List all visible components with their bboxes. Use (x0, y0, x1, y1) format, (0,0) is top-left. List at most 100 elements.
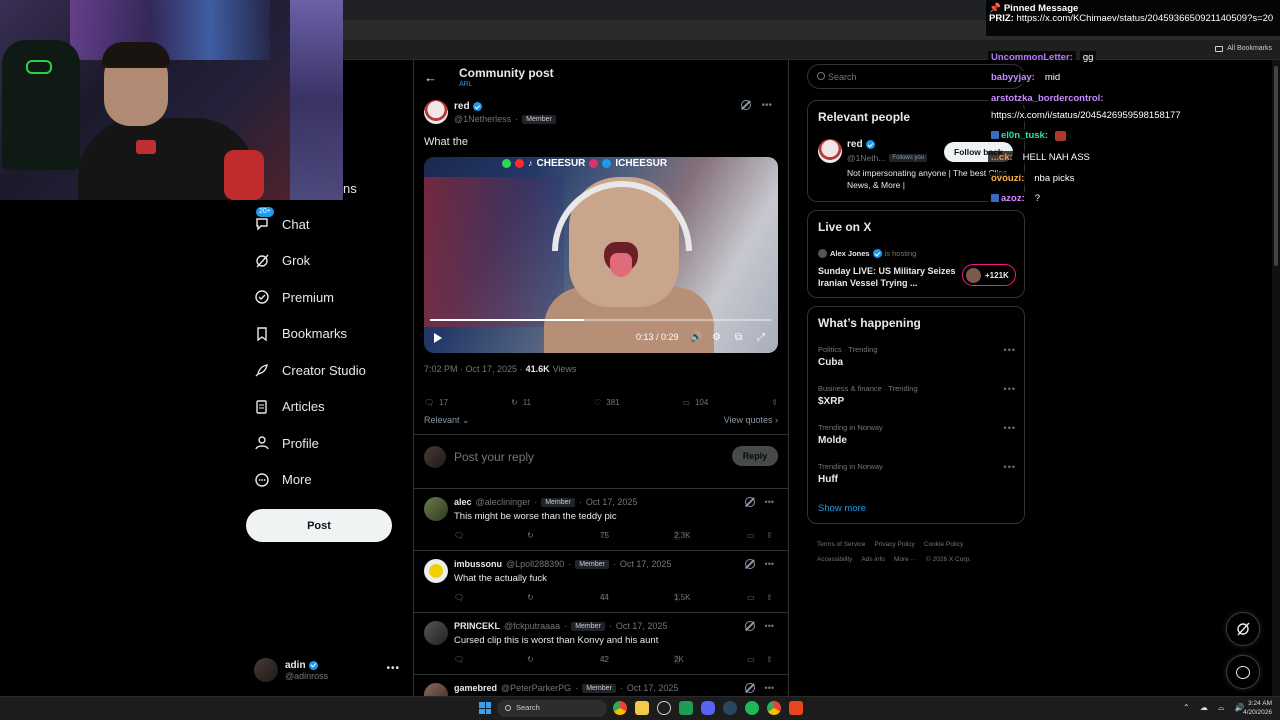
reply-input[interactable] (454, 447, 714, 467)
share-button[interactable]: ⇪ (771, 394, 778, 410)
nav-item-articles[interactable]: Articles (246, 389, 406, 426)
picture-in-picture-icon[interactable]: ⧉ (735, 332, 742, 343)
more-dots-icon[interactable]: ••• (765, 559, 774, 569)
discord-icon[interactable] (701, 701, 715, 715)
nav-item-more[interactable]: More (246, 462, 406, 499)
grok-icon[interactable] (744, 497, 755, 507)
nav-item-chat[interactable]: 20+ Chat (246, 206, 406, 243)
bookmark-icon[interactable]: ▭ (747, 531, 755, 540)
live-listeners-button[interactable]: +121K (962, 264, 1016, 286)
grok-icon[interactable] (744, 683, 755, 693)
list-item[interactable]: gamebred @PeterParkerPG · Member · Oct 17, 20… (414, 674, 788, 696)
person-name-row[interactable]: red (847, 139, 875, 150)
bookmark-button[interactable]: ▭ 104 (682, 394, 708, 410)
nav-item-profile[interactable]: Profile (246, 425, 406, 462)
back-arrow-icon[interactable]: ← (424, 70, 437, 85)
nav-item-premium[interactable]: Premium (246, 279, 406, 316)
reply-icon[interactable]: 🗨 (454, 655, 464, 664)
spreadsheet-icon[interactable] (679, 701, 693, 715)
bookmark-icon[interactable]: ▭ (747, 655, 755, 664)
fullscreen-icon[interactable]: ⤢ (757, 332, 765, 343)
chat-username[interactable]: babyyjay: (988, 71, 1038, 84)
more-dots-icon[interactable]: ••• (761, 100, 772, 111)
windows-start-icon[interactable] (479, 702, 491, 714)
footer-link[interactable]: Terms of Service (817, 541, 865, 548)
footer-link[interactable]: Accessibility (817, 556, 852, 563)
avatar[interactable] (424, 100, 448, 124)
reply-button[interactable]: 🗨 17 (424, 394, 448, 410)
share-icon[interactable]: ⇪ (766, 655, 773, 664)
footer-link[interactable]: Ads info (861, 556, 885, 563)
settings-gear-icon[interactable]: ⚙ (712, 332, 721, 343)
more-dots-icon[interactable]: ••• (765, 497, 774, 507)
sort-dropdown[interactable]: Relevant ⌄ (424, 415, 470, 426)
reply-author[interactable]: gamebred (454, 683, 497, 693)
taskbar-search[interactable]: Search (497, 700, 607, 717)
share-icon[interactable]: ⇪ (766, 593, 773, 602)
grok-icon[interactable] (744, 559, 755, 569)
account-switcher[interactable]: adin @adinross ••• (254, 655, 404, 685)
post-timestamp[interactable]: 7:02 PM · Oct 17, 2025 · (424, 364, 523, 374)
app-icon[interactable] (657, 701, 671, 715)
chrome-icon[interactable] (767, 701, 781, 715)
avatar[interactable] (424, 559, 448, 583)
repost-icon[interactable]: ↻ (527, 655, 534, 664)
avatar[interactable] (424, 683, 448, 696)
avatar[interactable] (424, 621, 448, 645)
trend-item[interactable]: Politics · Trending Cuba ••• (818, 345, 1016, 377)
more-dots-icon[interactable]: ••• (1004, 462, 1016, 472)
reply-icon[interactable]: 🗨 (454, 531, 464, 540)
footer-link[interactable]: Privacy Policy (874, 541, 914, 548)
repost-icon[interactable]: ↻ (527, 531, 534, 540)
show-more-link[interactable]: Show more (818, 503, 866, 514)
play-icon[interactable] (434, 333, 442, 343)
app-icon[interactable] (789, 701, 803, 715)
chat-username[interactable]: arstotzka_bordercontrol: (988, 92, 1107, 105)
repost-button[interactable]: ↻ 11 (511, 394, 531, 410)
avatar[interactable] (424, 497, 448, 521)
nav-item-bookmarks[interactable]: Bookmarks (246, 316, 406, 353)
more-dots-icon[interactable]: ••• (765, 683, 774, 693)
live-stream-title[interactable]: Sunday LIVE: US Military Seizes Iranian … (818, 265, 958, 289)
nav-item-grok[interactable]: Grok (246, 243, 406, 280)
footer-link[interactable]: More ··· (894, 556, 917, 563)
spotify-icon[interactable] (745, 701, 759, 715)
post-button[interactable]: Post (246, 509, 392, 542)
author-name-row[interactable]: red (454, 101, 482, 112)
more-dots-icon[interactable]: ••• (1004, 423, 1016, 433)
volume-icon[interactable]: 🔊 (690, 332, 702, 343)
trend-item[interactable]: Trending in Norway Huff ••• (818, 462, 1016, 494)
messages-floating-button[interactable] (1226, 655, 1260, 689)
more-dots-icon[interactable]: ••• (765, 621, 774, 631)
file-explorer-icon[interactable] (635, 701, 649, 715)
reply-author[interactable]: alec (454, 497, 472, 507)
more-dots-icon[interactable]: ••• (1004, 345, 1016, 355)
list-item[interactable]: alec @aleclininger · Member · Oct 17, 2025 ••… (414, 488, 788, 550)
chat-username[interactable]: UncommonLetter: (988, 51, 1076, 64)
more-dots-icon[interactable]: ••• (386, 663, 400, 674)
system-clock[interactable]: 3:24 AM 4/20/2026 (1243, 699, 1272, 717)
bookmark-icon[interactable]: ▭ (747, 593, 755, 602)
reply-submit-button[interactable]: Reply (732, 446, 778, 466)
chat-username[interactable]: ovouzi: (988, 172, 1028, 185)
list-item[interactable]: PRINCEKL @fckputraaaa · Member · Oct 17, 2025… (414, 612, 788, 674)
chat-username[interactable]: el0n_tusk: (988, 129, 1051, 142)
more-dots-icon[interactable]: ••• (1004, 384, 1016, 394)
grok-floating-button[interactable] (1226, 612, 1260, 646)
repost-icon[interactable]: ↻ (527, 593, 534, 602)
chrome-icon[interactable] (613, 701, 627, 715)
video-progress-bar[interactable] (430, 319, 772, 321)
system-tray-icons[interactable]: ⌃ ☁ ⌓ 🔊 (1183, 703, 1249, 713)
video-player[interactable]: ♪ CHEESUR ICHEESUR 0:13 / 0:29 🔊 ⚙ ⧉ ⤢ (424, 157, 778, 353)
footer-link[interactable]: Cookie Policy (924, 541, 963, 548)
nav-item-creator-studio[interactable]: Creator Studio (246, 352, 406, 389)
steam-icon[interactable] (723, 701, 737, 715)
trend-item[interactable]: Business & finance · Trending $XRP ••• (818, 384, 1016, 416)
search-input[interactable] (828, 69, 1008, 85)
grok-icon[interactable] (744, 621, 755, 631)
grok-icon[interactable] (741, 100, 752, 110)
share-icon[interactable]: ⇪ (766, 531, 773, 540)
reply-author[interactable]: PRINCEKL (454, 621, 500, 631)
reply-icon[interactable]: 🗨 (454, 593, 464, 602)
view-quotes-link[interactable]: View quotes › (724, 415, 778, 425)
